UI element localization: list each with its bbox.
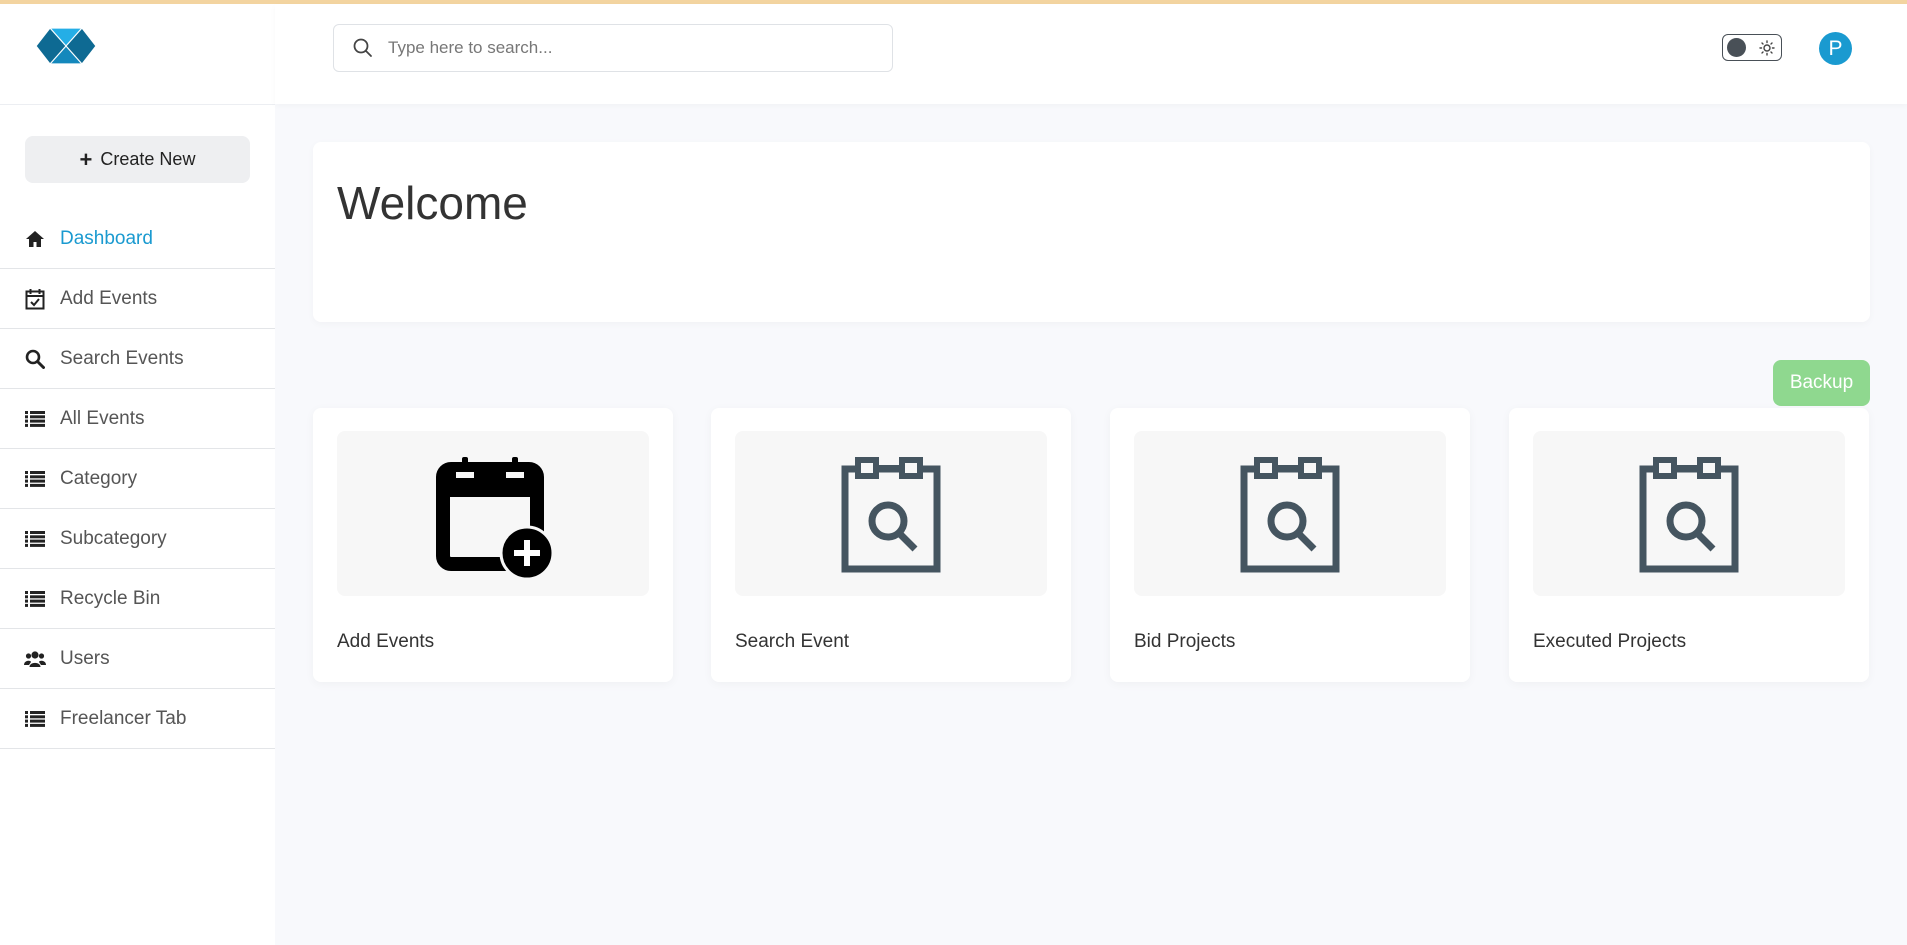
card-thumbnail — [1134, 431, 1446, 596]
brand-logo[interactable] — [34, 24, 98, 68]
card-thumbnail — [337, 431, 649, 596]
create-new-label: Create New — [100, 149, 196, 169]
sidebar-item-label: Category — [60, 467, 138, 489]
sidebar-item-label: Subcategory — [60, 527, 167, 549]
page-title: Welcome — [337, 177, 528, 229]
top-header: P — [275, 4, 1907, 104]
calendar-check-icon — [24, 288, 46, 310]
sidebar-item-label: Freelancer Tab — [60, 707, 187, 729]
sidebar-item-dashboard[interactable]: Dashboard — [0, 209, 275, 269]
card-title: Executed Projects — [1533, 631, 1687, 652]
sidebar-item-recycle-bin[interactable]: Recycle Bin — [0, 569, 275, 629]
search-icon — [24, 348, 46, 370]
welcome-card: Welcome — [313, 142, 1870, 322]
sidebar-item-label: Recycle Bin — [60, 587, 161, 609]
sidebar-item-category[interactable]: Category — [0, 449, 275, 509]
users-icon — [24, 648, 46, 670]
sidebar-nav: Dashboard Add Events Search Events All E… — [0, 209, 275, 749]
list-icon — [24, 708, 46, 730]
home-icon — [24, 228, 46, 250]
sidebar-item-label: Add Events — [60, 287, 158, 309]
calendar-search-icon — [1639, 456, 1739, 572]
sun-icon — [1759, 40, 1775, 56]
toggle-knob — [1727, 38, 1746, 57]
list-icon — [24, 588, 46, 610]
card-add-events[interactable]: Add Events — [313, 408, 673, 682]
calendar-search-icon — [841, 456, 941, 572]
card-search-event[interactable]: Search Event — [711, 408, 1071, 682]
create-new-button[interactable]: + Create New — [25, 136, 250, 183]
sidebar-item-label: Search Events — [60, 347, 184, 369]
backup-button[interactable]: Backup — [1773, 360, 1870, 406]
card-thumbnail — [1533, 431, 1845, 596]
theme-toggle[interactable] — [1722, 34, 1782, 61]
sidebar-item-all-events[interactable]: All Events — [0, 389, 275, 449]
sidebar-item-label: Dashboard — [60, 227, 153, 249]
sidebar: + Create New Dashboard Add Events Search… — [0, 4, 275, 945]
list-icon — [24, 408, 46, 430]
card-title: Add Events — [337, 631, 435, 652]
sidebar-item-add-events[interactable]: Add Events — [0, 269, 275, 329]
card-bid-projects[interactable]: Bid Projects — [1110, 408, 1470, 682]
search-input[interactable] — [386, 37, 870, 59]
sidebar-divider — [0, 104, 275, 105]
list-icon — [24, 468, 46, 490]
card-executed-projects[interactable]: Executed Projects — [1509, 408, 1869, 682]
sidebar-item-label: Users — [60, 647, 110, 669]
card-title: Bid Projects — [1134, 631, 1236, 652]
list-icon — [24, 528, 46, 550]
user-avatar[interactable]: P — [1819, 32, 1852, 65]
plus-icon: + — [79, 146, 93, 172]
sidebar-item-search-events[interactable]: Search Events — [0, 329, 275, 389]
sidebar-item-freelancer-tab[interactable]: Freelancer Tab — [0, 689, 275, 749]
sidebar-item-label: All Events — [60, 407, 145, 429]
search-box[interactable] — [333, 24, 893, 72]
sidebar-item-users[interactable]: Users — [0, 629, 275, 689]
calendar-search-icon — [1240, 456, 1340, 572]
card-title: Search Event — [735, 631, 850, 652]
search-icon — [353, 38, 372, 57]
sidebar-item-subcategory[interactable]: Subcategory — [0, 509, 275, 569]
calendar-plus-icon — [436, 456, 555, 579]
card-thumbnail — [735, 431, 1047, 596]
